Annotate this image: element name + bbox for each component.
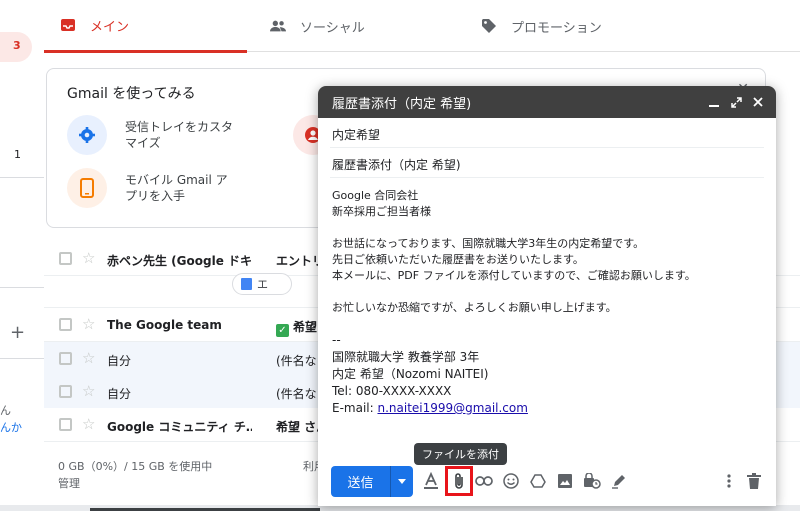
tab-main[interactable]: メイン [44,0,247,53]
attach-highlight [445,466,473,496]
sidebar-text-fragment: ん [0,404,11,417]
fullscreen-icon[interactable] [726,92,746,112]
drive-icon[interactable] [527,470,549,492]
row-checkbox[interactable] [59,418,72,431]
body-line: 新卒採用ご担当者様 [332,205,431,218]
row-sender: The Google team [107,318,222,332]
signature: -- 国際就職大学 教養学部 3年 内定 希望（Nozomi NAITEI) T… [332,332,528,417]
row-sender: Google コミュニティ チ… [107,420,252,434]
signature-pen-icon[interactable] [608,470,630,492]
star-icon[interactable]: ☆ [82,382,95,400]
gear-icon[interactable] [67,115,107,155]
send-options-icon[interactable] [391,466,413,497]
row-checkbox[interactable] [59,318,72,331]
row-sender: 自分 [107,387,132,401]
storage-usage: 0 GB（0%）/ 15 GB を使用中 [58,460,213,473]
row-checkbox[interactable] [59,252,72,265]
image-icon[interactable] [554,470,576,492]
subject-field[interactable]: 履歴書添付（内定 希望) [330,148,764,178]
signature-name: 内定 希望（Nozomi NAITEI) [332,367,489,381]
message-body[interactable]: Google 合同会社 新卒採用ご担当者様 お世話になっております、国際就職大学… [332,188,696,316]
compose-window: 履歴書添付（内定 希望) 内定希望 履歴書添付（内定 希望) Google 合同… [318,86,776,506]
phone-icon[interactable] [67,168,107,208]
body-line: お世話になっております、国際就職大学3年生の内定希望です。 [332,237,645,250]
signature-email-link[interactable]: n.naitei1999@gmail.com [377,401,527,415]
check-icon: ✓ [276,324,289,337]
row-subject: (件名な [276,354,317,368]
row-subject: ✓ 希望 [276,318,317,337]
minimize-icon[interactable] [704,92,724,112]
star-icon[interactable]: ☆ [82,249,95,267]
signature-organization: 国際就職大学 教養学部 3年 [332,350,480,364]
tab-main-label: メイン [90,19,130,35]
body-line: 先日ご依頼いただいた履歴書をお送りいたします。 [332,253,584,266]
sidebar-divider [0,177,44,178]
category-tabs: メイン ソーシャル プロモーション [44,0,800,53]
row-subject: エントリ [276,254,325,268]
sidebar-divider [0,358,44,359]
sidebar: 3 1 + ん んか [0,0,44,511]
row-subject: (件名な [276,387,317,401]
add-label-button[interactable]: + [10,322,25,343]
body-line [332,284,696,300]
tab-promotions-label: プロモーション [511,20,602,36]
tab-promotions[interactable]: プロモーション [481,0,602,52]
row-subject-text: 希望 [293,320,318,334]
send-button-label: 送信 [331,466,391,497]
compose-title: 履歴書添付（内定 希望) [332,96,472,112]
more-options-icon[interactable] [718,470,740,492]
close-icon[interactable] [748,92,768,112]
card-title: Gmail を使ってみる [67,86,196,102]
signature-phone: Tel: 080-XXXX-XXXX [332,384,452,398]
row-sender: 赤ペン先生 (Google ドキ… [107,254,252,268]
row-checkbox[interactable] [59,352,72,365]
attach-tooltip: ファイルを添付 [414,443,507,465]
body-line: 本メールに、PDF ファイルを添付していますので、ご確認お願いします。 [332,269,696,282]
tab-social[interactable]: ソーシャル [270,0,365,52]
inbox-unread-count: 3 [13,39,21,52]
body-line: Google 合同会社 [332,189,419,202]
emoji-icon[interactable] [500,470,522,492]
trash-icon[interactable] [743,470,765,492]
star-icon[interactable]: ☆ [82,349,95,367]
star-icon[interactable]: ☆ [82,415,95,433]
compose-header[interactable]: 履歴書添付（内定 希望) [318,86,776,118]
star-icon[interactable]: ☆ [82,315,95,333]
text-format-icon[interactable] [420,470,442,492]
confidential-mode-icon[interactable] [581,470,603,492]
tab-social-label: ソーシャル [300,20,365,36]
gmail-window: 3 1 + ん んか メイン ソーシャル プロモーション Gmail を使ってみ… [0,0,800,511]
doc-icon [241,278,252,290]
sidebar-divider [0,287,44,288]
tag-icon [481,18,497,34]
manage-storage-link[interactable]: 管理 [58,475,80,491]
signature-separator: -- [332,333,341,347]
recipients-field[interactable]: 内定希望 [330,118,764,148]
row-checkbox[interactable] [59,385,72,398]
body-line: お忙しいなか恐縮ですが、よろしくお願い申し上げます。 [332,301,617,314]
row-sender: 自分 [107,354,132,368]
sidebar-count: 1 [14,148,21,161]
people-icon [270,18,286,34]
body-line [332,220,696,236]
signature-email-label: E-mail: [332,401,378,415]
attachment-chip[interactable]: エ [232,273,292,295]
sidebar-link-fragment[interactable]: んか [0,419,22,435]
inbox-icon [60,17,76,33]
card-item-mobile[interactable]: モバイル Gmail アプリを入手 [125,172,235,204]
attachment-chip-label: エ [257,278,268,291]
signature-email-line: E-mail: n.naitei1999@gmail.com [332,400,528,417]
card-item-customize[interactable]: 受信トレイをカスタマイズ [125,119,235,151]
send-button[interactable]: 送信 [331,466,413,497]
link-icon[interactable] [473,470,495,492]
